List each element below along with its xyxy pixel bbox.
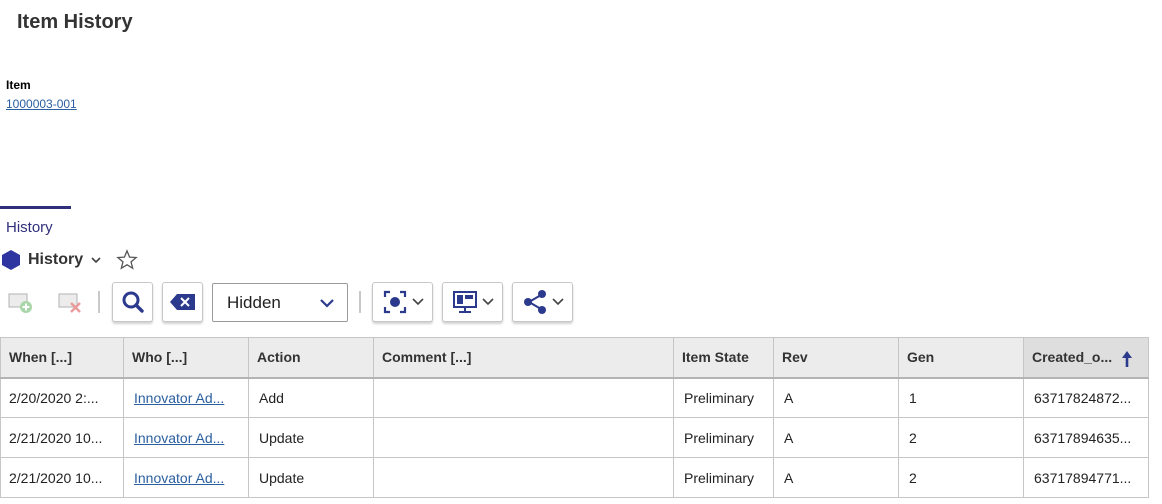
- toolbar-separator: [98, 291, 100, 313]
- share-icon: [523, 290, 546, 314]
- cell-when: 2/21/2020 10...: [0, 457, 124, 498]
- cell-item-state: Preliminary: [673, 457, 774, 498]
- cell-who-link[interactable]: Innovator Ad...: [123, 457, 249, 498]
- column-header-comment[interactable]: Comment [...]: [373, 337, 674, 379]
- chevron-down-icon[interactable]: [90, 254, 102, 266]
- delete-item-icon: [58, 293, 81, 313]
- history-grid: When [...] Who [...] Action Comment [...…: [0, 337, 1149, 498]
- cell-gen: 2: [898, 457, 1024, 498]
- column-header-item-state[interactable]: Item State: [673, 337, 774, 379]
- cell-created-on: 63717824872...: [1023, 377, 1149, 418]
- table-row[interactable]: 2/21/2020 10... Innovator Ad... Update P…: [0, 457, 1149, 498]
- toolbar-separator: [359, 291, 361, 313]
- filter-select-value: Hidden: [227, 292, 281, 312]
- column-header-when[interactable]: When [...]: [0, 337, 124, 379]
- screenshot-icon: [383, 290, 406, 314]
- table-row[interactable]: 2/21/2020 10... Innovator Ad... Update P…: [0, 417, 1149, 458]
- grid-toolbar: Hidden: [0, 282, 600, 322]
- chevron-down-icon: [320, 298, 334, 308]
- cell-item-state: Preliminary: [673, 417, 774, 458]
- cell-who-link[interactable]: Innovator Ad...: [123, 377, 249, 418]
- cell-action: Update: [248, 417, 374, 458]
- chevron-down-icon: [411, 298, 424, 306]
- cell-rev: A: [773, 417, 899, 458]
- cell-created-on: 63717894635...: [1023, 417, 1149, 458]
- chevron-down-icon: [551, 298, 564, 306]
- column-header-rev[interactable]: Rev: [773, 337, 899, 379]
- column-header-who[interactable]: Who [...]: [123, 337, 249, 379]
- cell-when: 2/21/2020 10...: [0, 417, 124, 458]
- clear-search-icon: [169, 294, 195, 310]
- cell-comment: [373, 377, 674, 418]
- filter-select[interactable]: Hidden: [212, 283, 348, 322]
- delete-item-button[interactable]: [50, 282, 90, 322]
- cell-when: 2/20/2020 2:...: [0, 377, 124, 418]
- cell-rev: A: [773, 377, 899, 418]
- column-header-gen[interactable]: Gen: [898, 337, 1024, 379]
- cell-action: Add: [248, 377, 374, 418]
- column-header-created-on-label: Created_o...: [1032, 349, 1113, 366]
- share-menu-button[interactable]: [512, 282, 573, 322]
- cell-rev: A: [773, 457, 899, 498]
- cell-item-state: Preliminary: [673, 377, 774, 418]
- grid-title: History: [28, 251, 84, 268]
- hexagon-icon: [2, 250, 20, 270]
- tab-history[interactable]: History: [0, 206, 71, 236]
- column-header-action[interactable]: Action: [248, 337, 374, 379]
- layout-menu-button[interactable]: [442, 282, 503, 322]
- item-field-label: Item: [6, 78, 31, 92]
- search-button[interactable]: [112, 282, 153, 322]
- star-icon[interactable]: [116, 249, 138, 271]
- cell-comment: [373, 417, 674, 458]
- new-item-icon: [8, 293, 32, 313]
- sort-ascending-icon: [1122, 351, 1132, 367]
- layout-icon: [452, 291, 477, 313]
- cell-action: Update: [248, 457, 374, 498]
- grid-title-bar: History: [0, 248, 138, 272]
- column-header-created-on[interactable]: Created_o...: [1023, 337, 1149, 379]
- grid-header-row: When [...] Who [...] Action Comment [...…: [0, 337, 1149, 379]
- cell-gen: 2: [898, 417, 1024, 458]
- table-row[interactable]: 2/20/2020 2:... Innovator Ad... Add Prel…: [0, 377, 1149, 418]
- search-icon: [122, 291, 144, 313]
- screenshot-menu-button[interactable]: [372, 282, 433, 322]
- cell-gen: 1: [898, 377, 1024, 418]
- clear-search-button[interactable]: [162, 282, 203, 322]
- item-link[interactable]: 1000003-001: [6, 97, 77, 111]
- cell-who-link[interactable]: Innovator Ad...: [123, 417, 249, 458]
- cell-comment: [373, 457, 674, 498]
- new-item-button[interactable]: [0, 282, 40, 322]
- cell-created-on: 63717894771...: [1023, 457, 1149, 498]
- chevron-down-icon: [481, 298, 494, 306]
- page-title: Item History: [17, 11, 133, 33]
